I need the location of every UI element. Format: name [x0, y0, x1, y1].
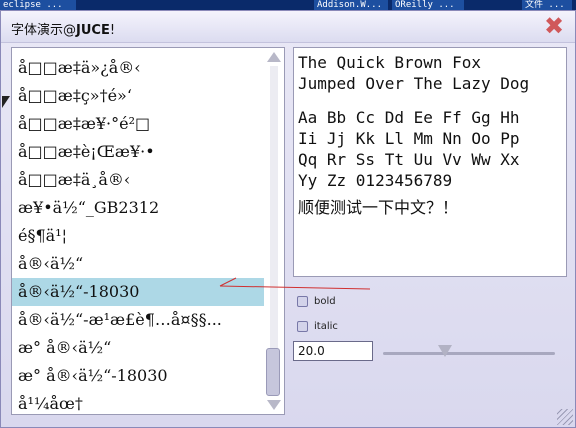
mouse-pointer-icon — [2, 96, 10, 108]
font-list-item[interactable]: å□□æ­‡æ¥·°é²□ — [12, 110, 264, 138]
font-list-item[interactable]: å□□æ­‡ç»†é»‘ — [12, 82, 264, 110]
bold-option[interactable]: bold — [297, 294, 336, 308]
preview-line-chinese: 顺便测试一下中文？！ — [298, 198, 459, 217]
bold-checkbox[interactable] — [297, 295, 308, 307]
font-list-item[interactable]: å¹¼åœ† — [12, 390, 264, 414]
annotation-arrow — [219, 277, 371, 290]
font-list-item[interactable]: å®‹ä½“-æ¹æ£è¶…å¤§§... — [12, 306, 264, 334]
slider-thumb[interactable] — [437, 345, 452, 357]
preview-line: Jumped Over The Lazy Dog — [298, 74, 530, 93]
italic-label: italic — [314, 320, 338, 332]
scroll-track[interactable] — [270, 66, 278, 396]
font-list-item[interactable]: æ° å®‹ä½“-18030 — [12, 362, 264, 390]
title-bar[interactable]: 字体演示@JUCE! ✖ — [1, 11, 575, 43]
close-button[interactable]: ✖ — [543, 14, 565, 38]
scroll-down-icon[interactable] — [267, 400, 281, 410]
font-list-item[interactable]: æ¥•ä½“_GB2312 — [12, 194, 264, 222]
font-demo-window: 字体演示@JUCE! ✖ å□□æ­‡ä»¿å®‹ å□□æ­‡ç»†é»‘ å□□… — [0, 10, 576, 428]
italic-option[interactable]: italic — [297, 319, 338, 333]
window-title: 字体演示@JUCE! — [11, 23, 116, 38]
font-list-item[interactable]: å□□æ­‡ä»¿å®‹ — [12, 54, 264, 82]
font-list-item[interactable]: æ° å®‹ä½“ — [12, 334, 264, 362]
taskbar-item-oreilly[interactable]: OReilly ... — [392, 0, 464, 10]
resize-grip[interactable] — [557, 409, 573, 425]
font-list-item[interactable]: å®‹ä½“ — [12, 250, 264, 278]
font-list-item[interactable]: å□□æ­‡è¡Œæ¥·• — [12, 138, 264, 166]
font-size-input[interactable] — [293, 341, 373, 361]
italic-checkbox[interactable] — [297, 320, 308, 332]
scroll-thumb[interactable] — [266, 348, 280, 396]
preview-line: Ii Jj Kk Ll Mm Nn Oo Pp — [298, 129, 520, 148]
font-list-scrollbar[interactable] — [264, 48, 284, 414]
scroll-up-icon[interactable] — [267, 52, 281, 62]
annotation-head — [219, 277, 237, 287]
bold-label: bold — [314, 295, 336, 307]
preview-line: Qq Rr Ss Tt Uu Vv Ww Xx — [298, 150, 520, 169]
preview-line: Yy Zz 0123456789 — [298, 171, 453, 190]
taskbar-item-eclipse[interactable]: eclipse ... — [0, 0, 76, 10]
font-size-slider[interactable] — [383, 352, 555, 355]
taskbar-item-files[interactable]: 文件 ... — [522, 0, 572, 10]
font-list-item[interactable]: é§¶ä¹¦ — [12, 222, 264, 250]
font-list-item[interactable]: å□□æ­‡ä¸­å®‹ — [12, 166, 264, 194]
annotation-line — [219, 285, 371, 290]
font-list[interactable]: å□□æ­‡ä»¿å®‹ å□□æ­‡ç»†é»‘ å□□æ­‡æ¥·°é²□ å□□… — [11, 47, 285, 415]
preview-line: The Quick Brown Fox — [298, 53, 482, 72]
taskbar-item-addison[interactable]: Addison.W... — [314, 0, 388, 10]
preview-gap — [298, 94, 562, 107]
taskbar: eclipse ... Addison.W... OReilly ... 文件 … — [0, 0, 576, 10]
text-preview[interactable]: The Quick Brown Fox Jumped Over The Lazy… — [293, 47, 567, 277]
preview-line: Aa Bb Cc Dd Ee Ff Gg Hh — [298, 108, 520, 127]
